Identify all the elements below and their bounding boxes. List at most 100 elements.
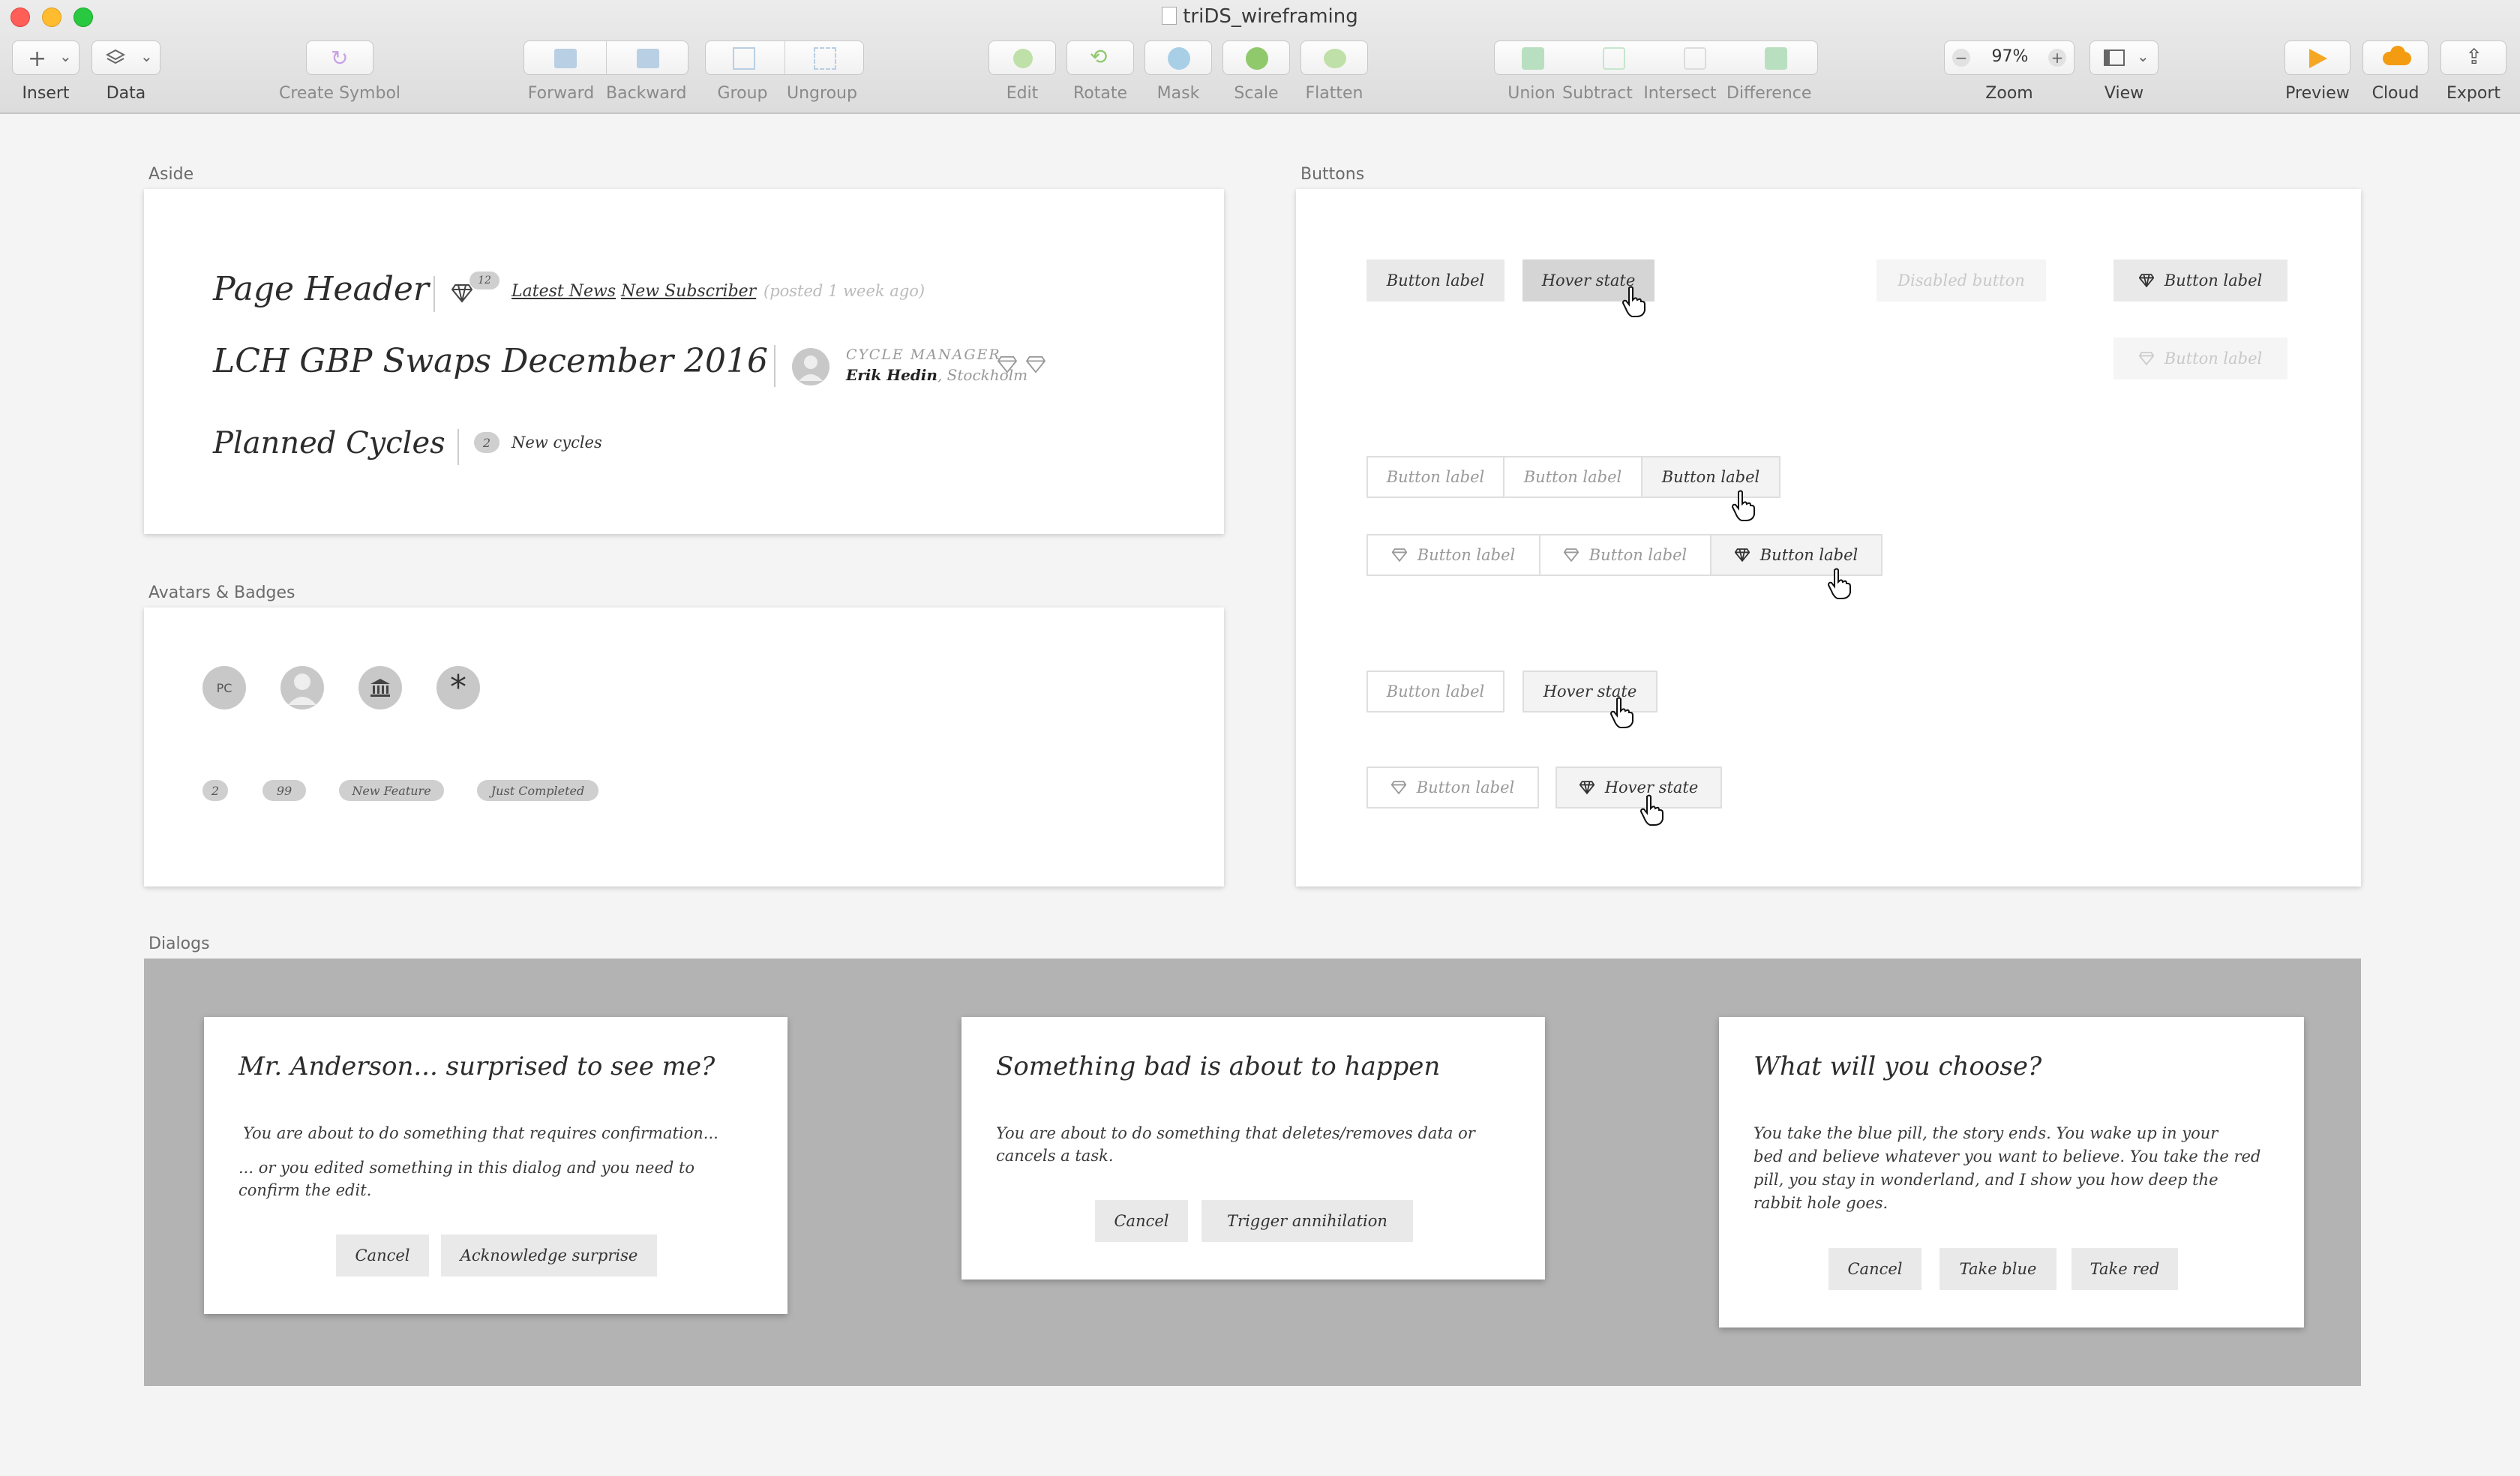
outline-icon-button-hover[interactable]: Hover state	[1556, 766, 1722, 808]
cancel-button[interactable]: Cancel	[1095, 1200, 1188, 1242]
plus-icon: +	[28, 46, 47, 72]
backward-icon	[637, 49, 659, 68]
latest-news-link[interactable]: Latest News	[512, 282, 616, 301]
segmented-icon-button-3[interactable]: Button label	[1710, 534, 1882, 576]
scale-icon	[1246, 47, 1268, 70]
button-with-icon[interactable]: Button label	[2114, 260, 2288, 302]
outline-button[interactable]: Button label	[1366, 670, 1504, 712]
scale-label: Scale	[1234, 84, 1279, 103]
edit-label: Edit	[1006, 84, 1039, 103]
dialog-body-line: cancels a task.	[996, 1147, 1114, 1165]
cancel-button[interactable]: Cancel	[1828, 1248, 1922, 1290]
dialog-body-line: You take the blue pill, the story ends. …	[1754, 1124, 2218, 1142]
mask-button[interactable]	[1144, 40, 1212, 75]
user-role: CYCLE MANAGER	[846, 346, 1001, 363]
diamond-icon	[1390, 781, 1406, 795]
create-symbol-label: Create Symbol	[278, 84, 401, 103]
segmented-button-2[interactable]: Button label	[1503, 456, 1642, 498]
rotate-button[interactable]: ⟲	[1066, 40, 1134, 75]
union-icon[interactable]	[1522, 47, 1544, 70]
flatten-button[interactable]	[1300, 40, 1368, 75]
trigger-annihilation-button[interactable]: Trigger annihilation	[1202, 1200, 1413, 1242]
flatten-label: Flatten	[1305, 84, 1364, 103]
cycles-count-badge: 2	[474, 432, 500, 453]
avatars-artboard: PC * 2 99 New Feature Just Completed	[144, 608, 1224, 886]
preview-button[interactable]	[2284, 40, 2350, 75]
segmented-icon-button-2[interactable]: Button label	[1539, 534, 1712, 576]
initials-avatar: PC	[202, 666, 246, 710]
mask-label: Mask	[1156, 84, 1200, 103]
group-icon	[733, 47, 755, 70]
dialogs-section-title: Dialogs	[148, 934, 210, 953]
aside-section-title: Aside	[148, 165, 194, 184]
badge-count-large: 99	[262, 780, 306, 801]
flatten-icon	[1324, 49, 1346, 68]
button-label: Button label	[1760, 546, 1858, 564]
document-icon	[1162, 7, 1178, 25]
outline-button-hover[interactable]: Hover state	[1522, 670, 1658, 712]
rotate-label: Rotate	[1072, 84, 1128, 103]
segmented-button-1[interactable]: Button label	[1366, 456, 1504, 498]
zoom-value[interactable]: 97%	[1984, 47, 2036, 66]
view-button[interactable]: ⌄	[2090, 40, 2158, 75]
zoom-out-button[interactable]: −	[1952, 49, 1970, 67]
take-blue-button[interactable]: Take blue	[1940, 1248, 2056, 1290]
scale-button[interactable]	[1222, 40, 1290, 75]
segmented-button-3[interactable]: Button label	[1641, 456, 1780, 498]
diamond-icon	[1563, 548, 1579, 562]
intersect-icon[interactable]	[1684, 47, 1706, 70]
backward-label: Backward	[606, 84, 687, 103]
segmented-icon-button-1[interactable]: Button label	[1366, 534, 1540, 576]
insert-button[interactable]: + ⌄	[12, 40, 80, 75]
button-label: Button label	[1417, 546, 1516, 564]
confirm-dialog: Mr. Anderson... surprised to see me? You…	[204, 1017, 788, 1314]
subtract-icon[interactable]	[1603, 47, 1625, 70]
outline-icon-button[interactable]: Button label	[1366, 766, 1539, 808]
zoom-in-button[interactable]: +	[2048, 49, 2066, 67]
rotate-icon: ⟲	[1090, 44, 1108, 69]
new-subscriber-link[interactable]: New Subscriber	[621, 282, 756, 301]
asterisk-icon: *	[436, 666, 480, 710]
layout-icon	[2104, 50, 2125, 66]
cancel-button[interactable]: Cancel	[336, 1234, 429, 1276]
dialog-body-line: ... or you edited something in this dial…	[238, 1159, 695, 1177]
page-heading-3: Planned Cycles	[213, 426, 446, 460]
buttons-artboard: Button label Hover state Disabled button…	[1296, 189, 2361, 886]
dialog-body-line: pill, you stay in wonderland, and I show…	[1754, 1171, 2218, 1189]
diamond-icon	[1026, 356, 1046, 374]
badge-new-feature: New Feature	[339, 780, 444, 801]
diamond-icon	[1391, 548, 1407, 562]
chevron-down-icon: ⌄	[59, 47, 72, 65]
buttons-section-title: Buttons	[1300, 165, 1365, 184]
hand-cursor-icon	[1640, 794, 1664, 826]
button-label: Button label	[1416, 778, 1515, 796]
dialog-title: Mr. Anderson... surprised to see me?	[238, 1052, 716, 1082]
avatars-section-title: Avatars & Badges	[148, 584, 296, 602]
create-symbol-button[interactable]: ↻	[306, 40, 374, 75]
diamond-icon	[452, 284, 472, 303]
dialog-title: Something bad is about to happen	[996, 1052, 1441, 1082]
toolbar-divider	[784, 41, 785, 74]
toolbar: triDS_wireframing + ⌄ Insert ⌄ Data ↻ Cr…	[0, 0, 2520, 114]
dialog-body-line: bed and believe whatever you want to bel…	[1754, 1148, 2261, 1166]
difference-icon[interactable]	[1765, 47, 1787, 70]
take-red-button[interactable]: Take red	[2072, 1248, 2178, 1290]
acknowledge-button[interactable]: Acknowledge surprise	[441, 1234, 657, 1276]
union-label: Union	[1508, 84, 1556, 103]
badge-count-small: 2	[202, 780, 228, 801]
data-button[interactable]: ⌄	[92, 40, 160, 75]
diamond-icon	[998, 356, 1017, 374]
share-icon: ⇪	[2465, 44, 2483, 69]
aside-artboard: Page Header 12 Latest News New Subscribe…	[144, 189, 1224, 534]
group-button[interactable]	[705, 40, 864, 75]
edit-button[interactable]	[988, 40, 1056, 75]
notification-count-badge: 12	[470, 272, 500, 290]
export-button[interactable]: ⇪	[2440, 40, 2506, 75]
hand-cursor-icon	[1827, 568, 1851, 599]
data-label: Data	[106, 84, 146, 103]
button-default[interactable]: Button label	[1366, 260, 1504, 302]
user-name[interactable]: Erik Hedin	[846, 366, 938, 384]
cloud-button[interactable]	[2362, 40, 2428, 75]
page-header-title: Page Header	[213, 270, 429, 308]
forward-button[interactable]	[524, 40, 688, 75]
